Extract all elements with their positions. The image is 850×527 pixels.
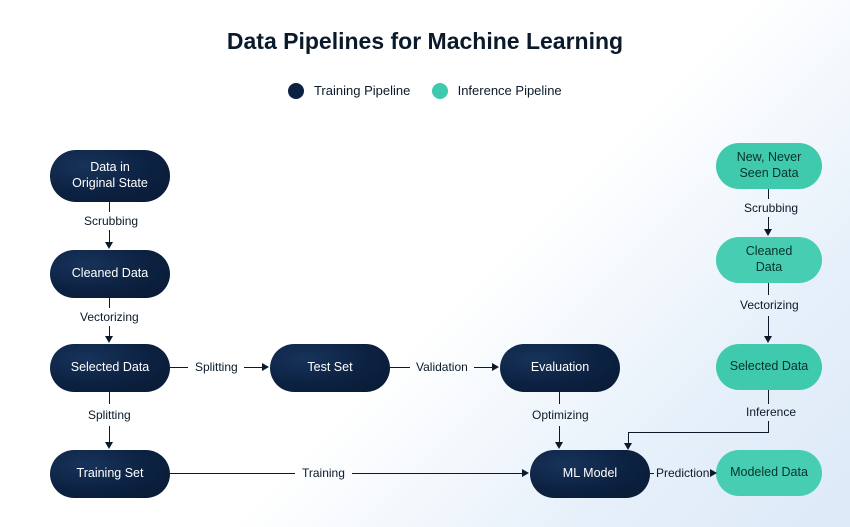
arrow-down-icon <box>764 336 772 343</box>
edge-line <box>170 367 188 368</box>
legend-label-training: Training Pipeline <box>314 83 410 98</box>
arrow-down-icon <box>105 336 113 343</box>
node-selected-data: Selected Data <box>50 344 170 392</box>
edge-line <box>244 367 262 368</box>
edge-line <box>352 473 522 474</box>
edge-line <box>109 426 110 442</box>
edge-line <box>390 367 410 368</box>
edge-line <box>559 426 560 442</box>
arrow-right-icon <box>710 469 717 477</box>
legend-label-inference: Inference Pipeline <box>458 83 562 98</box>
edge-label-validation: Validation <box>416 360 468 374</box>
edge-line <box>109 298 110 308</box>
edge-label-vectorizing-2: Vectorizing <box>740 298 799 312</box>
arrow-right-icon <box>522 469 529 477</box>
edge-line <box>170 473 295 474</box>
legend-dot-training <box>288 83 304 99</box>
edge-line <box>768 283 769 295</box>
edge-line <box>650 473 654 474</box>
edge-line <box>768 189 769 199</box>
edge-line <box>628 432 769 433</box>
edge-line <box>109 392 110 404</box>
edge-line <box>768 421 769 432</box>
edge-line <box>768 217 769 229</box>
arrow-down-icon <box>105 442 113 449</box>
arrow-down-icon <box>105 242 113 249</box>
node-selected-data-2: Selected Data <box>716 344 822 390</box>
edge-label-prediction: Prediction <box>656 466 709 480</box>
edge-label-splitting-h: Splitting <box>195 360 238 374</box>
node-new-data: New, Never Seen Data <box>716 143 822 189</box>
node-modeled-data: Modeled Data <box>716 450 822 496</box>
legend-dot-inference <box>432 83 448 99</box>
legend: Training Pipeline Inference Pipeline <box>0 82 850 99</box>
node-ml-model: ML Model <box>530 450 650 498</box>
node-training-set: Training Set <box>50 450 170 498</box>
edge-line <box>109 202 110 212</box>
node-cleaned-data-2: Cleaned Data <box>716 237 822 283</box>
edge-label-vectorizing-1: Vectorizing <box>80 310 139 324</box>
edge-label-training: Training <box>302 466 345 480</box>
edge-line <box>768 390 769 404</box>
arrow-down-icon <box>555 442 563 449</box>
edge-label-optimizing: Optimizing <box>532 408 589 422</box>
arrow-down-icon <box>764 229 772 236</box>
edge-label-splitting-v: Splitting <box>88 408 131 422</box>
node-cleaned-data: Cleaned Data <box>50 250 170 298</box>
node-test-set: Test Set <box>270 344 390 392</box>
edge-line <box>559 392 560 404</box>
edge-line <box>768 316 769 336</box>
edge-label-scrubbing-2: Scrubbing <box>744 201 798 215</box>
diagram-title: Data Pipelines for Machine Learning <box>0 28 850 55</box>
edge-line <box>474 367 492 368</box>
edge-line <box>109 326 110 336</box>
arrow-down-icon <box>624 443 632 450</box>
node-evaluation: Evaluation <box>500 344 620 392</box>
arrow-right-icon <box>262 363 269 371</box>
edge-label-scrubbing-1: Scrubbing <box>84 214 138 228</box>
edge-line <box>109 230 110 242</box>
node-original-data: Data in Original State <box>50 150 170 202</box>
arrow-right-icon <box>492 363 499 371</box>
edge-label-inference: Inference <box>746 405 796 419</box>
